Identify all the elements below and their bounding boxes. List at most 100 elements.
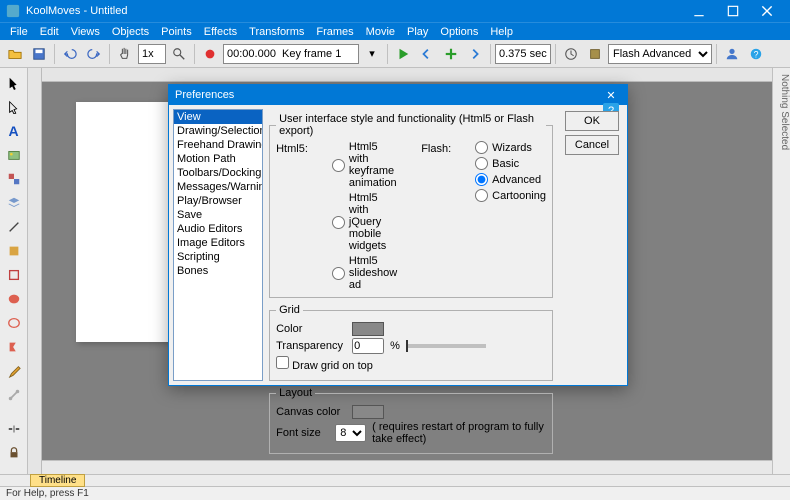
user-button[interactable]: [721, 43, 743, 65]
save-button[interactable]: [28, 43, 50, 65]
time-frame-display[interactable]: [223, 44, 359, 64]
zoom-field[interactable]: [138, 44, 166, 64]
category-list[interactable]: View Drawing/Selection Freehand Drawing …: [173, 109, 263, 381]
menu-bar: File Edit Views Objects Points Effects T…: [0, 22, 790, 40]
hand-tool[interactable]: [114, 43, 136, 65]
gap: [3, 408, 25, 416]
import-tool[interactable]: [3, 144, 25, 166]
line-tool[interactable]: [3, 216, 25, 238]
menu-file[interactable]: File: [4, 26, 34, 38]
dialog-close-button[interactable]: ✕: [601, 89, 621, 102]
canvas-color-swatch[interactable]: [352, 405, 384, 419]
scrollbar-horizontal[interactable]: [42, 460, 772, 474]
menu-frames[interactable]: Frames: [310, 26, 359, 38]
next-frame-button[interactable]: [464, 43, 486, 65]
html5-option-keyframe[interactable]: Html5 with keyframe animation: [332, 141, 397, 189]
rect-tool[interactable]: [3, 264, 25, 286]
category-motion-path[interactable]: Motion Path: [174, 152, 262, 166]
menu-effects[interactable]: Effects: [198, 26, 243, 38]
help-button[interactable]: ?: [745, 43, 767, 65]
flash-option-basic[interactable]: Basic: [475, 157, 546, 170]
group-grid: Grid Color Transparency % Draw grid on t…: [269, 304, 553, 381]
menu-options[interactable]: Options: [434, 26, 484, 38]
grid-transparency-input[interactable]: [352, 338, 384, 354]
category-audio-editors[interactable]: Audio Editors: [174, 222, 262, 236]
group-layout-legend: Layout: [276, 387, 315, 399]
bone-tool[interactable]: [3, 384, 25, 406]
draw-grid-on-top-checkbox[interactable]: Draw grid on top: [276, 356, 373, 372]
menu-points[interactable]: Points: [155, 26, 198, 38]
duration-field[interactable]: [495, 44, 551, 64]
category-freehand-drawing[interactable]: Freehand Drawing: [174, 138, 262, 152]
grid-transparency-label: Transparency: [276, 340, 346, 352]
flash-option-advanced[interactable]: Advanced: [475, 173, 546, 186]
clock-button[interactable]: [560, 43, 582, 65]
record-button[interactable]: [199, 43, 221, 65]
ok-button[interactable]: OK: [565, 111, 619, 131]
category-view[interactable]: View: [174, 110, 262, 124]
dropdown-button[interactable]: ▾: [361, 43, 383, 65]
polygon-tool[interactable]: [3, 336, 25, 358]
html5-option-jquery[interactable]: Html5 with jQuery mobile widgets: [332, 192, 397, 252]
grid-color-swatch[interactable]: [352, 322, 384, 336]
app-icon: [6, 4, 20, 18]
bottom-tab-strip: Timeline: [0, 474, 790, 486]
menu-transforms[interactable]: Transforms: [243, 26, 310, 38]
group-ui-legend: User interface style and functionality (…: [276, 113, 546, 137]
dialog-title: Preferences: [175, 89, 234, 101]
right-panel-tab[interactable]: Nothing Selected: [772, 68, 790, 474]
subselect-tool[interactable]: [3, 96, 25, 118]
minimize-button[interactable]: [682, 0, 716, 22]
freehand-tool[interactable]: [3, 360, 25, 382]
ellipse-tool[interactable]: [3, 312, 25, 334]
category-save[interactable]: Save: [174, 208, 262, 222]
html5-option-slideshow[interactable]: Html5 slideshow ad: [332, 255, 397, 291]
prev-frame-button[interactable]: [416, 43, 438, 65]
menu-objects[interactable]: Objects: [106, 26, 155, 38]
left-toolbox: A: [0, 68, 28, 474]
grid-transparency-slider[interactable]: [406, 344, 486, 348]
redo-button[interactable]: [83, 43, 105, 65]
menu-movie[interactable]: Movie: [360, 26, 401, 38]
font-size-select[interactable]: 8: [335, 424, 366, 442]
font-size-note: ( requires restart of program to fully t…: [372, 421, 546, 445]
flash-option-cartooning[interactable]: Cartooning: [475, 189, 546, 202]
group-layout: Layout Canvas color Font size 8 ( requir…: [269, 387, 553, 454]
category-drawing-selection[interactable]: Drawing/Selection: [174, 124, 262, 138]
lock-tool[interactable]: [3, 442, 25, 464]
category-play-browser[interactable]: Play/Browser: [174, 194, 262, 208]
maximize-button[interactable]: [716, 0, 750, 22]
flash-label: Flash:: [421, 143, 451, 155]
category-image-editors[interactable]: Image Editors: [174, 236, 262, 250]
group-ui-style: User interface style and functionality (…: [269, 113, 553, 298]
zoom-tool[interactable]: [168, 43, 190, 65]
menu-help[interactable]: Help: [484, 26, 519, 38]
settings-button[interactable]: [584, 43, 606, 65]
flash-option-wizards[interactable]: Wizards: [475, 141, 546, 154]
play-button[interactable]: [392, 43, 414, 65]
ellipse-fill-tool[interactable]: [3, 288, 25, 310]
category-toolbars[interactable]: Toolbars/Docking Panels: [174, 166, 262, 180]
timeline-tab[interactable]: Timeline: [30, 474, 85, 487]
category-messages[interactable]: Messages/Warnings: [174, 180, 262, 194]
undo-button[interactable]: [59, 43, 81, 65]
mode-select[interactable]: Flash Advanced: [608, 44, 712, 64]
pointer-tool[interactable]: [3, 72, 25, 94]
menu-play[interactable]: Play: [401, 26, 434, 38]
component-tool[interactable]: [3, 168, 25, 190]
category-scripting[interactable]: Scripting: [174, 250, 262, 264]
dialog-title-bar[interactable]: Preferences ✕: [169, 85, 627, 105]
text-tool[interactable]: A: [3, 120, 25, 142]
status-text: For Help, press F1: [6, 488, 89, 499]
svg-text:?: ?: [754, 49, 759, 59]
align-tool[interactable]: [3, 418, 25, 440]
rect-fill-tool[interactable]: [3, 240, 25, 262]
menu-edit[interactable]: Edit: [34, 26, 65, 38]
cancel-button[interactable]: Cancel: [565, 135, 619, 155]
open-button[interactable]: [4, 43, 26, 65]
add-frame-button[interactable]: [440, 43, 462, 65]
category-bones[interactable]: Bones: [174, 264, 262, 278]
layers-tool[interactable]: [3, 192, 25, 214]
close-button[interactable]: [750, 0, 784, 22]
menu-views[interactable]: Views: [65, 26, 106, 38]
